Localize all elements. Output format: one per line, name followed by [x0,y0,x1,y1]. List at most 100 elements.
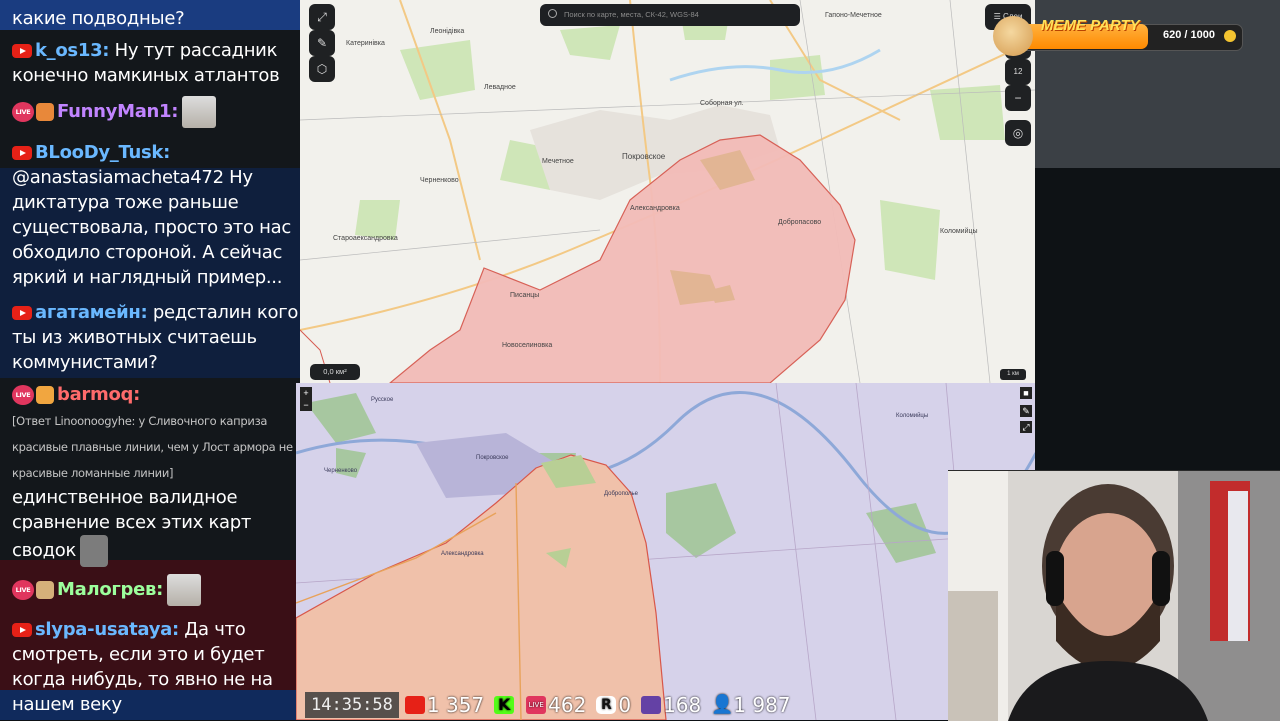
pencil-icon[interactable]: ✎ [1020,405,1032,417]
layers-icon[interactable]: ■ [1020,387,1032,399]
chat-username: BLooDy_Tusk: [35,142,170,163]
map-search-input[interactable]: Поиск по карте, места, СК-42, WGS-84 [540,4,800,26]
stat-viewers: 👤 1 987 [711,693,790,717]
cat-emote-icon [182,96,217,128]
chat-message: какие подводные? [12,6,300,31]
youtube-icon [12,146,32,160]
chat-message: k_os13: Ну тут рассадник конечно мамкины… [12,38,300,88]
fullscreen-icon[interactable]: ⤢ [1020,421,1032,433]
zoom-out-button[interactable]: − [300,399,312,411]
badge-icon [36,386,54,404]
place-label: Александровка [441,551,484,557]
badge-icon [36,581,54,599]
place-label: Черненково [420,177,459,184]
map-top[interactable]: Катеринівка Леонідівка Левадное Мечетное… [300,0,1035,383]
chat-message: slypa-usataya: Да что смотреть, если это… [12,617,300,717]
chat-panel: какие подводные? k_os13: Ну тут рассадни… [0,0,300,720]
stat-youtube: 1 357 [404,693,485,717]
place-label: Катеринівка [346,40,385,47]
webcam-image [948,471,1280,721]
face-emote-icon [80,535,109,567]
chat-message: BLooDy_Tusk: @anastasiamacheta472 Ну дик… [12,140,300,290]
place-label: Леонідівка [430,28,465,35]
search-icon [548,9,557,18]
youtube-icon [12,623,32,637]
chat-username: slypa-usataya: [35,619,179,640]
place-label: Коломийцы [940,228,978,235]
vklive-count: 462 [548,693,587,717]
vk-live-icon: LIVE [526,696,547,714]
chat-username: агатамейн: [35,302,148,323]
youtube-icon [12,306,32,320]
vk-live-icon: LIVE [12,385,34,405]
chat-username: FunnyMan1: [57,101,179,122]
chat-message: агатамейн: редсталин кого ты из животных… [12,300,300,375]
fullscreen-icon[interactable]: ⤢ [309,4,335,30]
chat-text: единственное валидное сравнение всех эти… [12,487,252,561]
vk-live-icon: LIVE [12,102,34,122]
widget-title: MEME PARTY [1041,17,1140,34]
search-placeholder: Поиск по карте, места, СК-42, WGS-84 [564,10,699,19]
map-scale: 1 км [1000,369,1026,380]
chat-username: k_os13: [35,40,110,61]
place-label: Александровка [630,205,680,212]
stat-kick: K [494,696,516,714]
chat-username: barmoq: [57,384,141,405]
map-top-canvas[interactable] [300,0,1035,383]
place-label: Гапоно-Мечетное [825,12,882,19]
zoom-in-button[interactable]: + [300,387,312,399]
youtube-icon [12,44,32,58]
place-label: Покровское [622,152,666,161]
zoom-level: 12 [1005,59,1031,85]
coin-icon [1224,30,1236,42]
twitch-icon [641,696,662,714]
stat-vklive: LIVE 462 [526,693,586,717]
viewer-count: 1 987 [733,693,791,717]
map-bottom[interactable]: Русское Покровское Александровка Добропо… [296,383,1036,720]
place-label: Левадное [484,84,516,91]
twitch-count: 168 [663,693,702,717]
stat-rutube: R 0 [596,693,631,717]
stream-clock: 14:35:58 [305,692,399,718]
place-label: Русское [371,397,394,403]
vk-live-icon: LIVE [12,580,34,600]
chat-text: какие подводные? [12,8,185,29]
doge-icon [993,16,1033,56]
place-label: Староаександровка [333,235,398,242]
person-icon: 👤 [711,694,734,715]
chat-reply-quote: [Ответ Linoonoogyhe: у Сливочного каприз… [12,414,293,480]
place-label: Добропасово [778,219,822,226]
stream-stats-bar: 14:35:58 1 357 K LIVE 462 R 0 168 👤 1 98… [305,690,801,720]
progress-text: 620 / 1000 [1163,29,1215,41]
kick-icon: K [494,696,515,714]
chat-message: LIVE FunnyMan1: [12,96,300,128]
place-label: Доброполье [604,491,638,497]
cat-emote-icon [167,574,201,606]
stat-twitch: 168 [641,693,701,717]
map-bottom-canvas[interactable] [296,383,1036,720]
place-label: Коломийцы [896,413,929,419]
place-label: Мечетное [542,158,574,165]
chat-text: @anastasiamacheta472 Ну диктатура тоже р… [12,167,291,288]
compass-icon[interactable]: ◎ [1005,120,1031,146]
youtube-icon [404,696,425,714]
zoom-out-button[interactable]: − [1005,85,1031,111]
chat-username: Малогрев: [57,579,163,600]
rutube-icon: R [596,696,617,714]
meme-party-widget: MEME PARTY 620 / 1000 [993,16,1247,56]
chat-message: LIVE Малогрев: [12,574,300,606]
chat-message: LIVE barmoq: [Ответ Linoonoogyhe: у Сливо… [12,382,300,567]
rutube-count: 0 [618,693,632,717]
youtube-count: 1 357 [426,693,485,717]
place-label: Черненково [324,468,358,474]
area-value: 0,0 км² [323,367,347,376]
webcam-feed [948,470,1280,721]
place-label: Писанцы [510,292,540,299]
badge-icon [36,103,54,121]
polygon-icon[interactable]: ⬡ [309,56,335,82]
ruler-icon[interactable]: ✎ [309,30,335,56]
place-label: Новоселиновка [502,342,553,349]
street-label: Соборная ул. [700,100,744,107]
place-label: Покровское [476,455,509,461]
area-readout[interactable]: 0,0 км² [310,364,360,380]
